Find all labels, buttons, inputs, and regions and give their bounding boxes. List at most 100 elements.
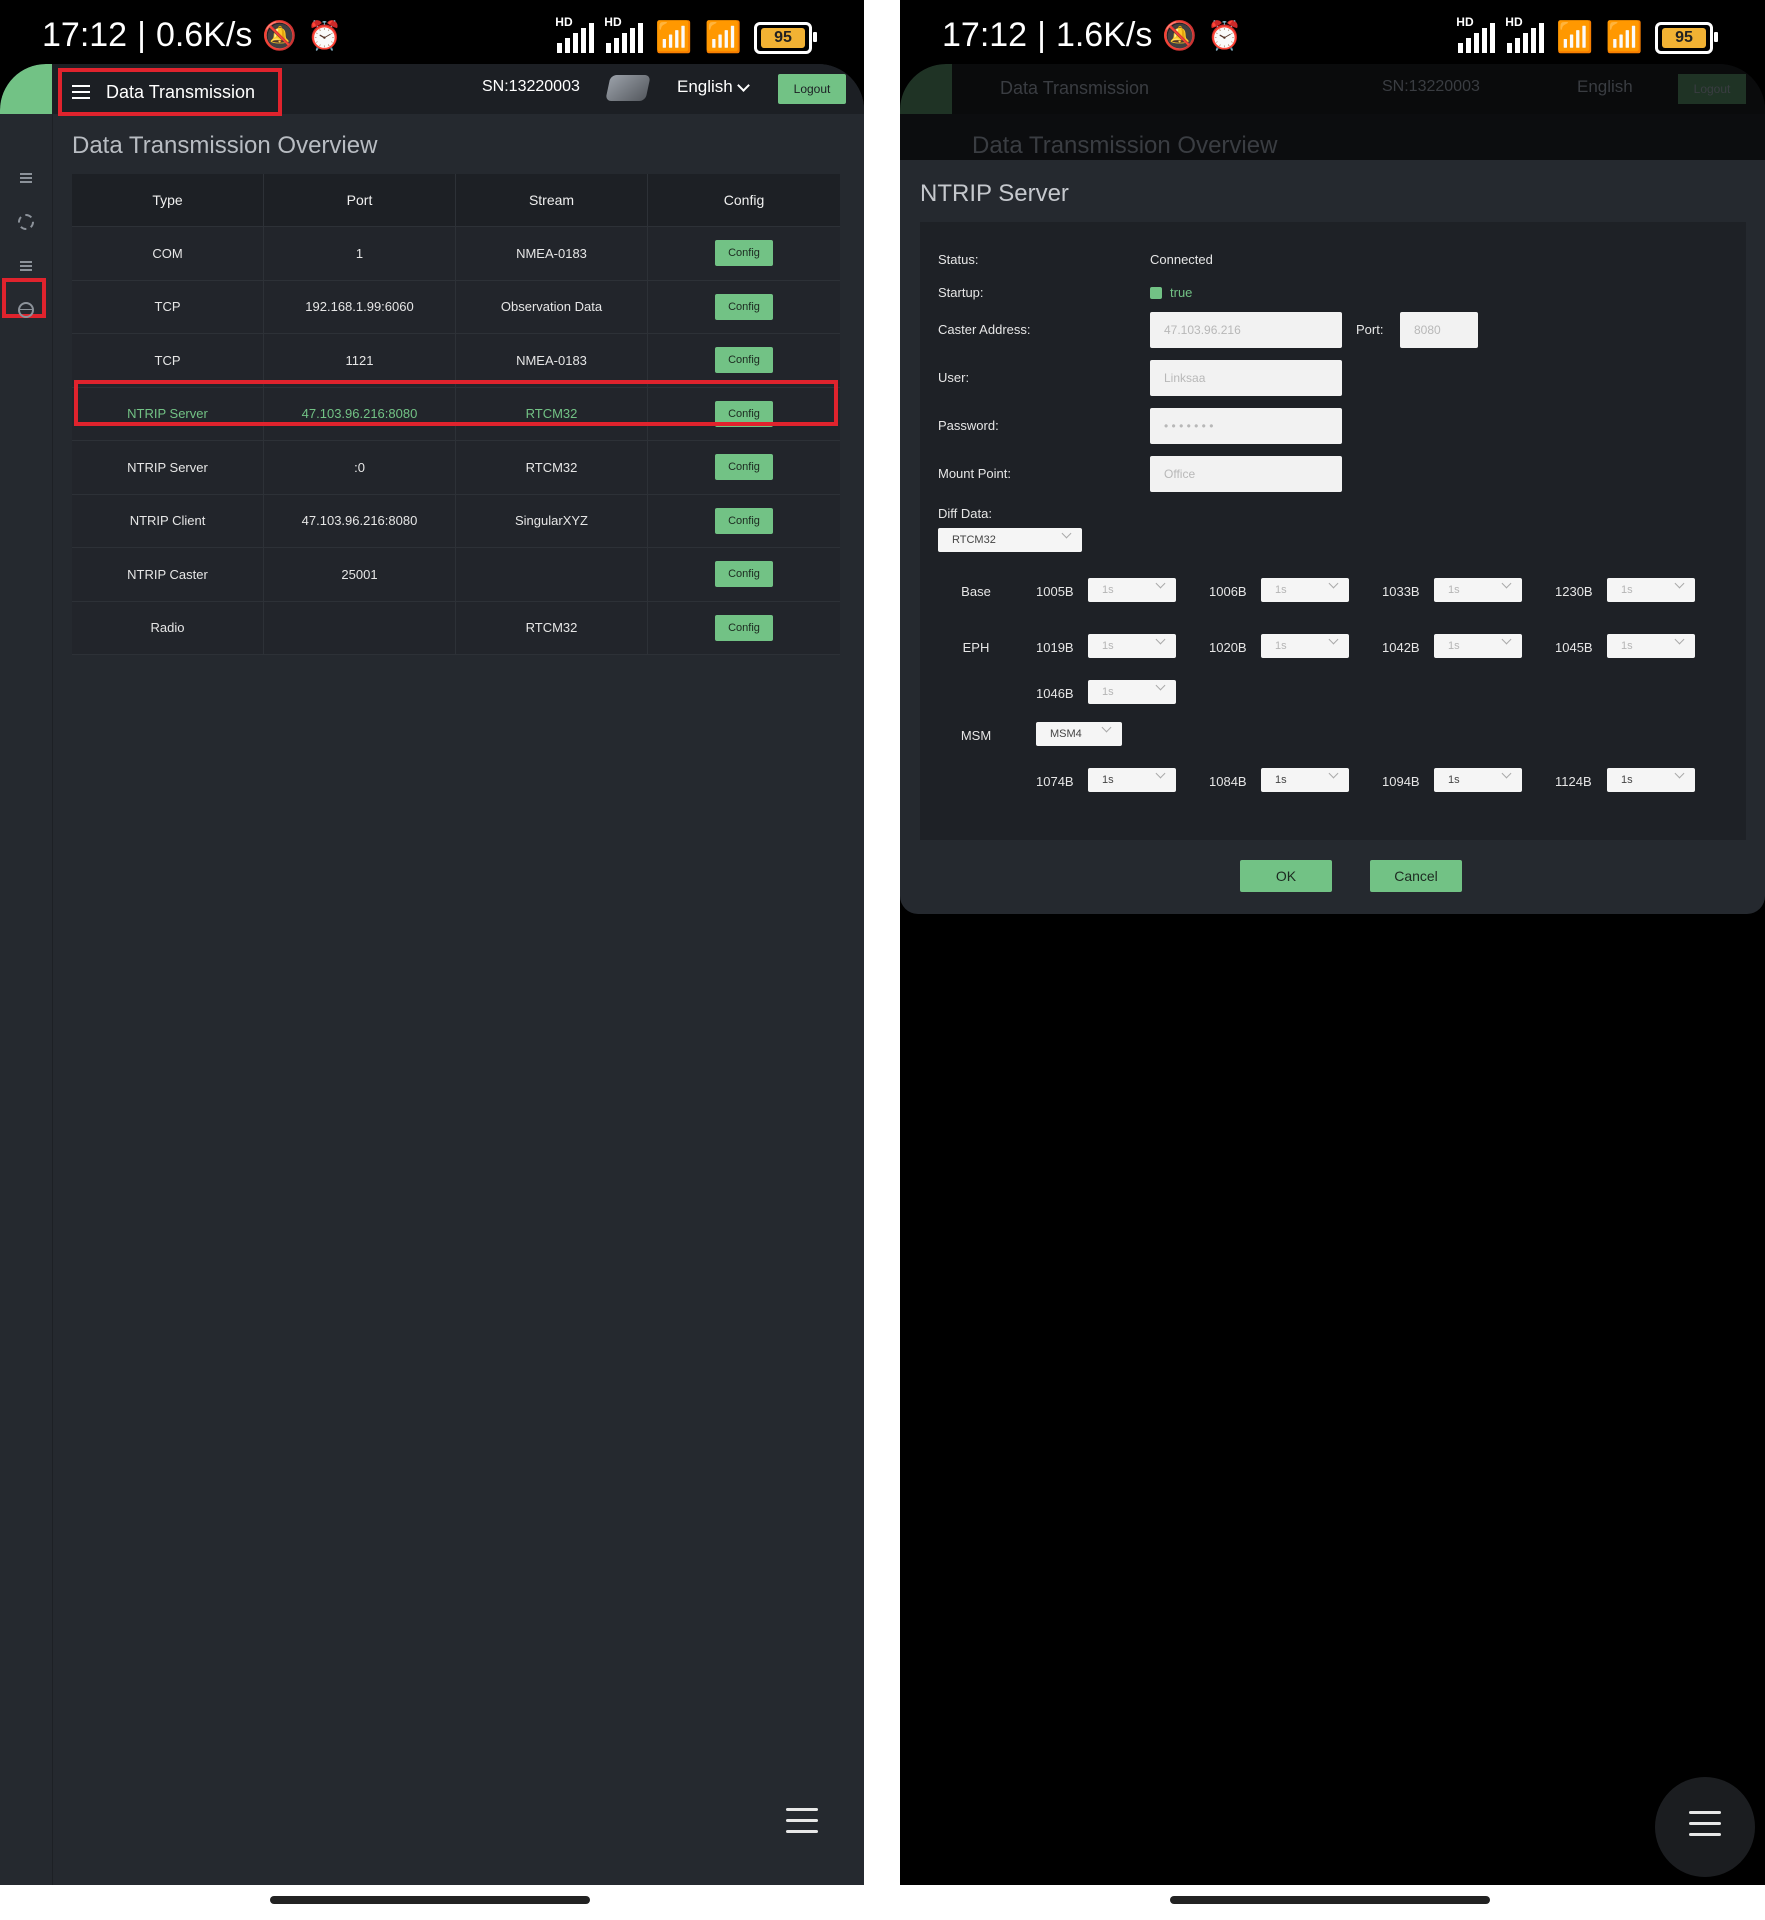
caster-address-input[interactable]: 47.103.96.216	[1150, 312, 1342, 348]
list-icon	[20, 173, 32, 183]
cell-port: 1121	[264, 334, 456, 387]
rate-select[interactable]: 1s	[1434, 578, 1522, 602]
home-indicator[interactable]	[270, 1896, 590, 1904]
table-row: NTRIP Server :0 RTCM32 Config	[72, 441, 840, 495]
sidebar-item-overview[interactable]	[16, 168, 36, 188]
bell-muted-icon: 🔕	[1162, 20, 1198, 51]
logout-button[interactable]: Logout	[778, 74, 846, 104]
ok-button[interactable]: OK	[1240, 860, 1332, 892]
table-row: Radio RTCM32 Config	[72, 601, 840, 655]
config-button[interactable]: Config	[715, 240, 773, 267]
rate-select[interactable]: 1s	[1088, 680, 1176, 704]
sidebar-item-data-transmission[interactable]	[16, 256, 36, 276]
user-input[interactable]: Linksaa	[1150, 360, 1342, 396]
ntrip-server-dialog: NTRIP Server Status: Connected Startup: …	[900, 160, 1765, 914]
diff-data-label: Diff Data:	[938, 506, 992, 521]
rate-select[interactable]: 1s	[1088, 634, 1176, 658]
cell-config: Config	[648, 334, 840, 387]
chevron-down-icon	[1501, 634, 1512, 645]
wifi-icon: 📶	[1556, 21, 1594, 54]
message-label: 1124B	[1555, 774, 1592, 789]
signal-icon: HD	[555, 15, 595, 53]
caster-address-label: Caster Address:	[938, 322, 1031, 337]
rate-select[interactable]: 1s	[1607, 768, 1695, 792]
floating-menu-button[interactable]	[1655, 1777, 1755, 1877]
chevron-down-icon	[1674, 634, 1685, 645]
dimmed-language: English	[1577, 77, 1633, 96]
cell-stream: SingularXYZ	[456, 494, 648, 547]
config-button[interactable]: Config	[715, 293, 773, 320]
cell-type: NTRIP Client	[72, 494, 264, 547]
cell-type: NTRIP Caster	[72, 548, 264, 601]
status-separator: |	[137, 16, 146, 54]
config-button[interactable]: Config	[715, 614, 773, 641]
rate-select[interactable]: 1s	[1088, 578, 1176, 602]
password-label: Password:	[938, 418, 999, 433]
group-label-eph: EPH	[962, 640, 990, 655]
sidebar-item-network[interactable]	[16, 300, 36, 320]
message-label: 1019B	[1036, 640, 1074, 655]
cell-port: 47.103.96.216:8080	[264, 494, 456, 547]
password-input[interactable]: • • • • • • •	[1150, 408, 1342, 444]
startup-checkbox[interactable]	[1150, 287, 1162, 299]
cancel-button[interactable]: Cancel	[1370, 860, 1462, 892]
sidebar	[0, 114, 53, 1885]
nav-title-button[interactable]: Data Transmission	[58, 68, 282, 116]
clock: 17:12	[942, 16, 1028, 54]
config-button[interactable]: Config	[715, 347, 773, 374]
message-label: 1042B	[1382, 640, 1420, 655]
message-label: 1084B	[1209, 774, 1247, 789]
dimmed-header: Data Transmission SN:13220003 English Lo…	[900, 64, 1765, 114]
message-label: 1005B	[1036, 584, 1074, 599]
row-selection-highlight	[74, 380, 838, 426]
rate-select[interactable]: 1s	[1261, 634, 1349, 658]
rate-select[interactable]: 1s	[1434, 634, 1522, 658]
chevron-down-icon	[1155, 680, 1166, 691]
port-label: Port:	[1356, 322, 1384, 337]
rate-select[interactable]: 1s	[1607, 578, 1695, 602]
startup-label: Startup:	[938, 285, 984, 300]
column-header-type: Type	[72, 174, 264, 226]
chevron-down-icon	[1155, 578, 1166, 589]
rate-select[interactable]: 1s	[1261, 578, 1349, 602]
page-title: Data Transmission Overview	[72, 132, 378, 159]
table-header-row: Type Port Stream Config	[72, 174, 840, 227]
user-label: User:	[938, 370, 970, 385]
chevron-down-icon	[1328, 768, 1339, 779]
dimmed-title: Data Transmission	[1000, 78, 1150, 98]
menu-icon	[1689, 1811, 1721, 1836]
rate-select[interactable]: 1s	[1434, 768, 1522, 792]
rate-select[interactable]: 1s	[1607, 634, 1695, 658]
header-accent	[0, 64, 52, 114]
cell-stream: NMEA-0183	[456, 227, 648, 280]
config-button[interactable]: Config	[715, 507, 773, 534]
mount-point-input[interactable]: Office	[1150, 456, 1342, 492]
network-speed: 1.6K/s	[1055, 16, 1153, 54]
cell-stream: NMEA-0183	[456, 334, 648, 387]
signal-icon: HD	[1505, 15, 1545, 53]
dialog-body: Status: Connected Startup: true Caster A…	[920, 222, 1746, 840]
diff-data-select[interactable]: RTCM32	[938, 528, 1082, 552]
msm-select[interactable]: MSM4	[1036, 722, 1122, 746]
rate-select[interactable]: 1s	[1088, 768, 1176, 792]
dimmed-logout-button: Logout	[1678, 74, 1746, 104]
app-title: Data Transmission	[106, 81, 256, 102]
port-input[interactable]: 8080	[1400, 312, 1478, 348]
startup-value: true	[1170, 285, 1193, 300]
group-label-msm: MSM	[960, 728, 992, 743]
home-indicator[interactable]	[1170, 1896, 1490, 1904]
right-phone-screen: 17:12 | 1.6K/s 🔕 ⏰ HD HD 📶 📶 95 Data Tra…	[900, 0, 1765, 1885]
dimmed-background-app: Data Transmission SN:13220003 English Lo…	[900, 64, 1765, 164]
menu-icon[interactable]	[72, 85, 90, 99]
wifi-icon: 📶	[655, 21, 693, 54]
language-select[interactable]: English	[677, 77, 750, 97]
cell-port: 192.168.1.99:6060	[264, 280, 456, 333]
rate-select[interactable]: 1s	[1261, 768, 1349, 792]
mount-point-label: Mount Point:	[938, 466, 1011, 481]
cell-config: Config	[648, 441, 840, 494]
config-button[interactable]: Config	[715, 561, 773, 588]
sidebar-item-settings[interactable]	[16, 212, 36, 232]
floating-menu-icon[interactable]	[786, 1808, 818, 1833]
globe-icon	[18, 302, 34, 318]
config-button[interactable]: Config	[715, 454, 773, 481]
